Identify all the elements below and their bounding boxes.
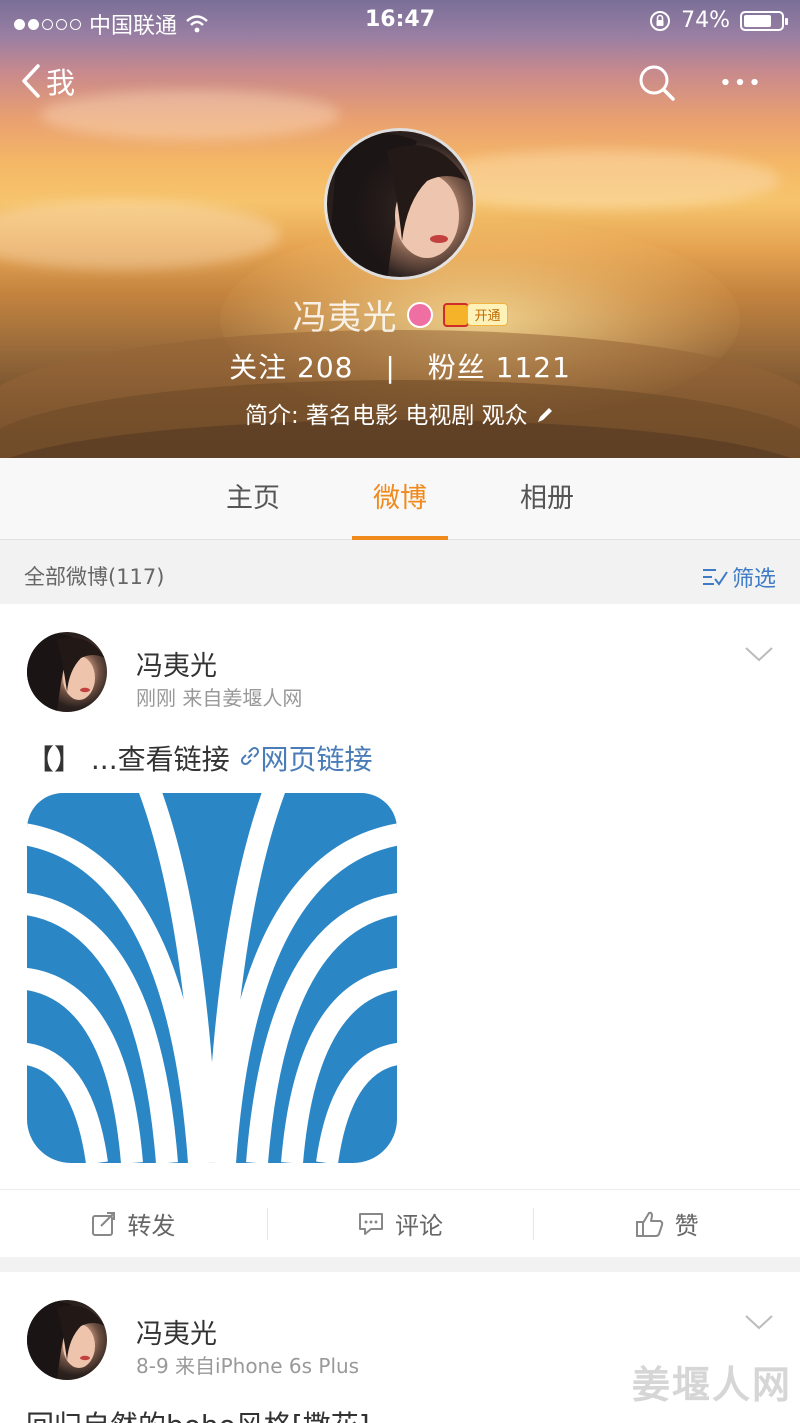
back-label: 我	[46, 66, 76, 100]
repost-icon	[92, 1211, 116, 1236]
post-filter-bar: 全部微博(117) 筛选	[0, 541, 800, 603]
chevron-left-icon	[22, 64, 40, 98]
tab-home-label: 主页	[226, 483, 280, 514]
profile-avatar[interactable]	[324, 128, 476, 280]
repost-label: 转发	[127, 1212, 176, 1240]
tab-weibo-label: 微博	[373, 483, 427, 514]
post-author-avatar[interactable]	[27, 632, 107, 712]
profile-cover: 中国联通 16:47 74% 我 冯夷光 开通 关注 208 | 粉丝 1121…	[0, 0, 800, 458]
vip-badge[interactable]: 开通	[443, 302, 508, 327]
avatar-portrait	[327, 133, 467, 277]
nav-bar: 我	[0, 50, 800, 114]
fans-count: 1121	[495, 351, 571, 384]
like-button[interactable]: 赞	[533, 1190, 800, 1257]
fans-label: 粉丝	[427, 351, 486, 384]
chevron-down-icon[interactable]	[744, 644, 774, 664]
filter-icon	[702, 569, 728, 586]
profile-bio[interactable]: 简介: 著名电影 电视剧 观众	[0, 396, 800, 430]
profile-name: 冯夷光	[292, 298, 398, 338]
rotation-lock-icon	[650, 10, 671, 31]
follow-stats: 关注 208 | 粉丝 1121	[0, 346, 800, 386]
post-meta: 刚刚 来自姜堰人网	[136, 686, 303, 710]
thumbs-up-icon	[635, 1211, 663, 1237]
female-gender-icon	[407, 301, 434, 328]
post-text: 回归自然的boho风格[撒花]	[26, 1404, 370, 1423]
site-watermark: 姜堰人网	[631, 1363, 792, 1407]
chevron-down-icon[interactable]	[744, 1312, 774, 1332]
post-link-text: 网页链接	[260, 743, 373, 776]
status-bar: 中国联通 16:47 74%	[0, 0, 800, 40]
back-button[interactable]: 我	[20, 60, 75, 102]
avatar-portrait	[27, 1301, 105, 1380]
post-image[interactable]	[27, 793, 397, 1163]
post-text: 【】 ...查看链接 网页链接	[26, 738, 373, 778]
profile-tabs: 主页 微博 相册	[0, 458, 800, 540]
tab-album-label: 相册	[520, 483, 574, 514]
tab-weibo[interactable]: 微博	[352, 458, 448, 540]
edit-pencil-icon	[538, 408, 552, 422]
comment-label: 评论	[395, 1212, 443, 1240]
more-icon[interactable]	[720, 62, 760, 102]
vip-open-tag: 开通	[467, 303, 508, 326]
post-text-body: 【】 ...查看链接	[26, 743, 230, 776]
repost-button[interactable]: 转发	[0, 1190, 267, 1257]
post-card: 冯夷光 刚刚 来自姜堰人网 【】 ...查看链接 网页链接 转发 评论 赞	[0, 604, 800, 1257]
avatar-portrait	[27, 633, 105, 712]
tab-home[interactable]: 主页	[204, 458, 302, 540]
tab-album[interactable]: 相册	[498, 458, 596, 540]
battery-level	[744, 14, 771, 27]
fans-stat[interactable]: 粉丝 1121	[428, 351, 571, 384]
comment-button[interactable]: 评论	[266, 1190, 534, 1257]
filter-button[interactable]: 筛选	[702, 561, 776, 593]
post-web-link[interactable]: 网页链接	[239, 743, 373, 776]
post-meta: 8-9 来自iPhone 6s Plus	[136, 1354, 360, 1378]
filter-label: 筛选	[731, 567, 776, 592]
post-count: 全部微博(117)	[24, 565, 165, 589]
post-author-avatar[interactable]	[27, 1300, 107, 1380]
bio-text: 简介: 著名电影 电视剧 观众	[245, 403, 528, 429]
post-author-name[interactable]: 冯夷光	[136, 1312, 217, 1351]
status-right: 74%	[649, 8, 788, 33]
like-label: 赞	[674, 1212, 699, 1240]
battery-percent: 74%	[681, 8, 730, 33]
following-count: 208	[297, 351, 354, 384]
profile-name-row: 冯夷光 开通	[0, 290, 800, 339]
cover-cloud	[0, 200, 280, 270]
battery-icon	[740, 10, 788, 31]
following-stat[interactable]: 关注 208	[229, 351, 363, 384]
search-icon[interactable]	[636, 62, 676, 102]
post-author-name[interactable]: 冯夷光	[136, 644, 217, 683]
crown-icon	[443, 302, 470, 327]
comment-icon	[359, 1212, 383, 1235]
stats-separator: |	[385, 351, 396, 384]
blue-arcs-logo	[27, 793, 397, 1163]
following-label: 关注	[229, 351, 288, 384]
post-action-bar: 转发 评论 赞	[0, 1189, 800, 1257]
link-icon	[240, 746, 259, 766]
post-card: 冯夷光 8-9 来自iPhone 6s Plus 回归自然的boho风格[撒花]…	[0, 1272, 800, 1423]
